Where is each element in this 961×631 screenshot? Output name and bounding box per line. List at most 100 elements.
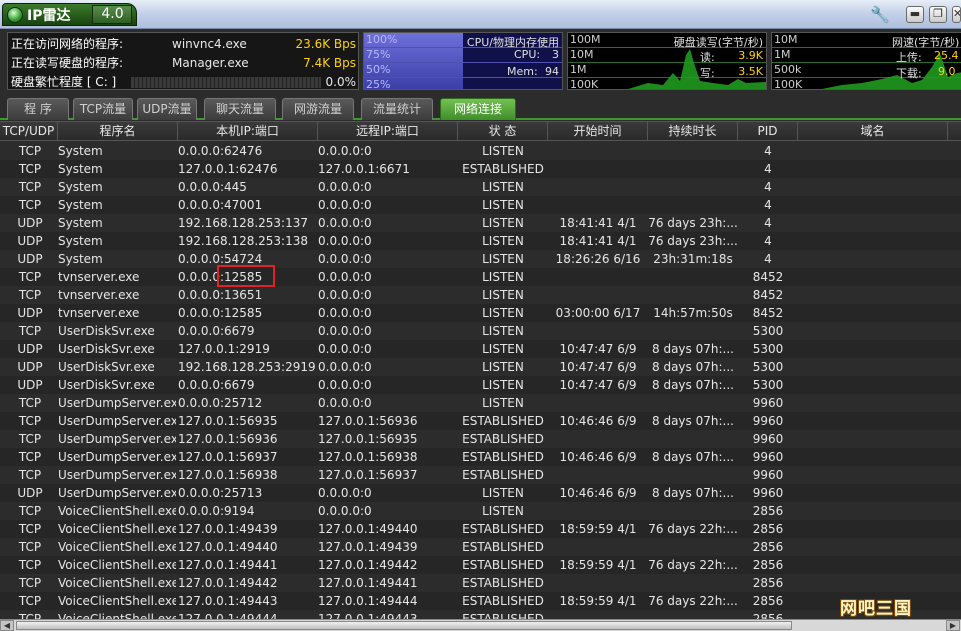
table-row[interactable]: TCP tvnserver.exe 0.0.0.0:13651 0.0.0.0:0 LI… <box>0 286 961 304</box>
table-row[interactable]: UDP System 192.168.128.253:138 0.0.0.0:0 LIS… <box>0 232 961 250</box>
table-row[interactable]: UDP UserDumpServer.exe 0.0.0.0:25713 0.0.0.… <box>0 484 961 502</box>
download-value: 9.0 <box>938 65 956 78</box>
cell-pid: 9960 <box>752 450 784 464</box>
col-program[interactable]: 程序名 <box>58 122 178 141</box>
table-row[interactable]: TCP System 0.0.0.0:445 0.0.0.0:0 LISTEN 4 <box>0 178 961 196</box>
cell-pid: 9960 <box>752 468 784 482</box>
table-row[interactable]: TCP VoiceClientShell.exe 0.0.0.0:9194 0.0.0… <box>0 502 961 520</box>
cell-state: ESTABLISHED <box>462 450 544 464</box>
app-version: 4.0 <box>92 5 133 24</box>
col-protocol[interactable]: TCP/UDP <box>0 122 58 141</box>
cell-local-address: 127.0.0.1:56936 <box>178 432 278 446</box>
cpu-tick: 100% <box>366 33 398 46</box>
tab-traffic-stats[interactable]: 流量统计 <box>361 98 433 120</box>
cell-local-address: 192.168.128.253:138 <box>178 234 309 248</box>
table-row[interactable]: TCP System 127.0.0.1:62476 127.0.0.1:6671 ES… <box>0 160 961 178</box>
cell-local-address: 0.0.0.0:25713 <box>178 486 263 500</box>
cell-duration <box>648 430 738 448</box>
table-row[interactable]: TCP tvnserver.exe 0.0.0.0:12585 0.0.0.0:0 LI… <box>0 268 961 286</box>
minimize-button[interactable]: ▬ <box>906 6 924 23</box>
cell-pid: 2856 <box>752 504 784 518</box>
disk-tick: 10M <box>570 48 594 61</box>
cell-remote-address: 0.0.0.0:0 <box>318 378 372 392</box>
grid-line <box>364 62 562 63</box>
table-row[interactable]: UDP System 192.168.128.253:137 0.0.0.0:0 LIS… <box>0 214 961 232</box>
cell-duration: 76 days 23h:... <box>648 216 738 230</box>
cell-state: LISTEN <box>482 180 524 194</box>
table-row[interactable]: TCP VoiceClientShell.exe 127.0.0.1:49443 12… <box>0 592 961 610</box>
disk-graph-title: 硬盘读写(字节/秒) <box>673 36 763 49</box>
table-row[interactable]: TCP VoiceClientShell.exe 127.0.0.1:49442 12… <box>0 574 961 592</box>
cell-state: ESTABLISHED <box>462 468 544 482</box>
col-remote-address[interactable]: 远程IP:端口 <box>318 122 458 141</box>
col-start-time[interactable]: 开始时间 <box>548 122 648 141</box>
cell-program: UserDumpServer.exe <box>58 450 176 464</box>
cell-duration: 8 days 07h:... <box>652 360 734 374</box>
table-row[interactable]: TCP UserDumpServer.exe 127.0.0.1:56938 127.… <box>0 466 961 484</box>
scroll-right-arrow-icon[interactable]: ▶ <box>946 620 960 631</box>
restore-button[interactable]: ❐ <box>929 6 947 23</box>
cell-pid: 2856 <box>752 558 784 572</box>
table-row[interactable]: TCP System 0.0.0.0:47001 0.0.0.0:0 LISTEN 4 <box>0 196 961 214</box>
table-row[interactable]: TCP VoiceClientShell.exe 127.0.0.1:49441 12… <box>0 556 961 574</box>
scroll-thumb[interactable] <box>16 621 792 630</box>
table-row[interactable]: TCP UserDumpServer.exe 0.0.0.0:25712 0.0.0.… <box>0 394 961 412</box>
table-row[interactable]: TCP UserDiskSvr.exe 0.0.0.0:6679 0.0.0.0:0 L… <box>0 322 961 340</box>
col-state[interactable]: 状 态 <box>458 122 548 141</box>
table-row[interactable]: TCP UserDumpServer.exe 127.0.0.1:56937 127.… <box>0 448 961 466</box>
tab-game-traffic[interactable]: 网游流量 <box>282 98 354 120</box>
table-row[interactable]: TCP UserDumpServer.exe 127.0.0.1:56935 127.… <box>0 412 961 430</box>
cell-remote-address: 0.0.0.0:0 <box>318 234 372 248</box>
table-row[interactable]: TCP VoiceClientShell.exe 127.0.0.1:49440 12… <box>0 538 961 556</box>
upload-value: 25.4 <box>934 49 959 62</box>
scroll-left-arrow-icon[interactable]: ◀ <box>0 620 14 631</box>
tab-programs[interactable]: 程 序 <box>7 98 69 120</box>
col-local-address[interactable]: 本机IP:端口 <box>178 122 318 141</box>
cell-program: System <box>58 252 103 266</box>
disk-busy-row: 硬盘繁忙程度 [ C: ] 0.0% <box>11 73 359 91</box>
wrench-icon[interactable]: 🔧 <box>870 5 890 25</box>
table-row[interactable]: UDP tvnserver.exe 0.0.0.0:12585 0.0.0.0:0 LI… <box>0 304 961 322</box>
tab-network-connections[interactable]: 网络连接 <box>440 98 516 120</box>
table-row[interactable]: UDP System 0.0.0.0:54724 0.0.0.0:0 LISTEN 18:… <box>0 250 961 268</box>
cell-pid: 4 <box>764 162 772 176</box>
cell-program: tvnserver.exe <box>58 270 140 284</box>
watermark-logo: 网吧三国 <box>840 599 912 619</box>
cell-protocol: UDP <box>17 486 43 500</box>
table-row[interactable]: UDP UserDiskSvr.exe 127.0.0.1:2919 0.0.0.0:… <box>0 340 961 358</box>
cell-start-time <box>548 538 648 556</box>
table-row[interactable]: UDP UserDiskSvr.exe 192.168.128.253:2919 0.… <box>0 358 961 376</box>
cell-state: LISTEN <box>482 342 524 356</box>
cell-start-time <box>548 142 648 160</box>
cell-local-address: 127.0.0.1:56937 <box>178 450 278 464</box>
table-row[interactable]: TCP VoiceClientShell.exe 127.0.0.1:49439 12… <box>0 520 961 538</box>
table-row[interactable]: TCP System 0.0.0.0:62476 0.0.0.0:0 LISTEN 4 <box>0 142 961 160</box>
horizontal-scrollbar[interactable]: ◀ ▶ <box>0 619 961 631</box>
col-duration[interactable]: 持续时长 <box>648 122 738 141</box>
cell-pid: 9960 <box>752 414 784 428</box>
cell-remote-address: 127.0.0.1:56935 <box>318 432 418 446</box>
cell-pid: 2856 <box>752 540 784 554</box>
disk-program-speed: 7.4K Bps <box>303 56 356 70</box>
cell-pid: 5300 <box>752 324 784 338</box>
tab-tcp-traffic[interactable]: TCP流量 <box>73 98 133 120</box>
close-button[interactable]: ✕ <box>952 6 961 23</box>
col-pid[interactable]: PID <box>738 122 798 141</box>
disk-program-row: 正在读写硬盘的程序: Manager.exe 7.4K Bps <box>11 54 359 72</box>
cell-protocol: UDP <box>17 234 43 248</box>
col-domain[interactable]: 域名 <box>798 122 948 141</box>
cell-pid: 4 <box>764 216 772 230</box>
tab-chat-traffic[interactable]: 聊天流量 <box>204 98 276 120</box>
cell-start-time: 18:26:26 6/16 <box>555 252 641 266</box>
cpu-tick: 75% <box>366 48 391 61</box>
table-row[interactable]: UDP UserDiskSvr.exe 0.0.0.0:6679 0.0.0.0:0 L… <box>0 376 961 394</box>
cell-local-address: 0.0.0.0:6679 <box>178 324 255 338</box>
cell-protocol: TCP <box>18 432 42 446</box>
table-row[interactable]: TCP UserDumpServer.exe 127.0.0.1:56936 127.… <box>0 430 961 448</box>
cell-start-time <box>548 160 648 178</box>
cell-local-address: 127.0.0.1:56935 <box>178 414 278 428</box>
cell-start-time <box>548 322 648 340</box>
write-value: 3.5K <box>738 65 763 78</box>
tab-udp-traffic[interactable]: UDP流量 <box>137 98 197 120</box>
cell-protocol: TCP <box>18 144 42 158</box>
